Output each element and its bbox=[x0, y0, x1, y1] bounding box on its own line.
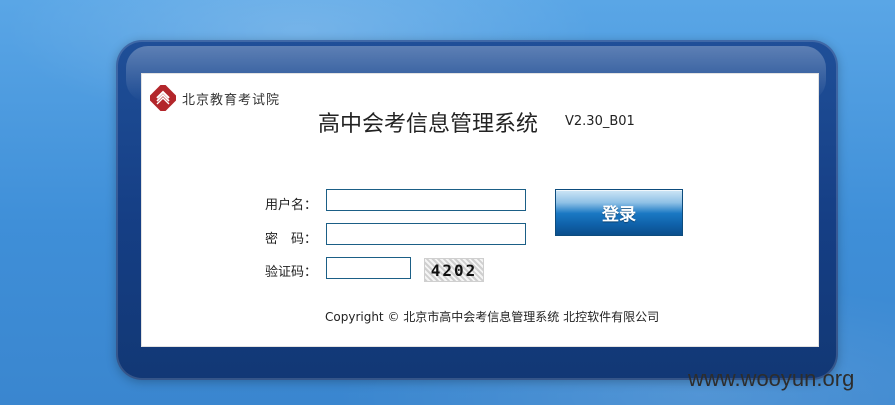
captcha-label: 验证码： bbox=[265, 265, 318, 280]
username-input[interactable] bbox=[326, 189, 526, 211]
copyright-text: Copyright © 北京市高中会考信息管理系统 北控软件有限公司 bbox=[325, 310, 660, 324]
username-label: 用户名： bbox=[265, 198, 318, 213]
captcha-image[interactable]: 4202 bbox=[424, 258, 484, 282]
brand: 北京教育考试院 bbox=[150, 84, 300, 112]
version-label: V2.30_B01 bbox=[565, 114, 635, 129]
institute-logo-icon bbox=[150, 85, 176, 111]
brand-name: 北京教育考试院 bbox=[182, 92, 281, 108]
login-button[interactable]: 登录 bbox=[555, 189, 683, 236]
password-input[interactable] bbox=[326, 223, 526, 245]
password-label: 密 码： bbox=[265, 232, 318, 247]
captcha-input[interactable] bbox=[326, 257, 411, 279]
page-title: 高中会考信息管理系统 bbox=[318, 112, 539, 137]
watermark-text: www.wooyun.org bbox=[688, 366, 855, 391]
